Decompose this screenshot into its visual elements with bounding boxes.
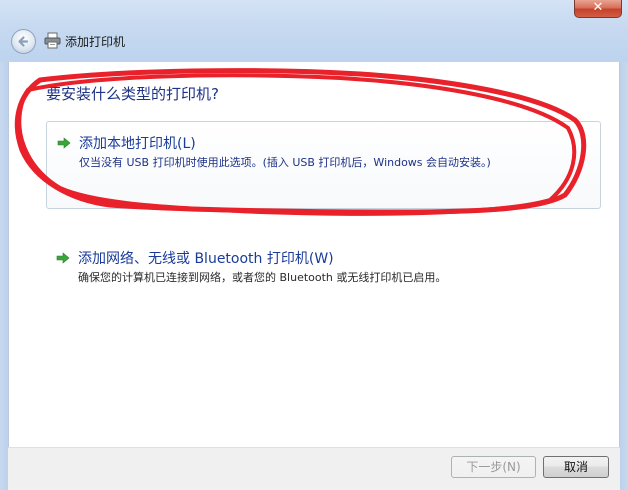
window-frame-left <box>0 62 8 490</box>
printer-icon <box>44 32 61 49</box>
close-button[interactable]: ✕ <box>574 0 622 18</box>
cancel-button[interactable]: 取消 <box>543 456 609 478</box>
add-network-printer-title[interactable]: 添加网络、无线或 Bluetooth 打印机(W) <box>78 248 334 268</box>
add-network-printer-option[interactable]: 添加网络、无线或 Bluetooth 打印机(W) 确保您的计算机已连接到网络，… <box>46 242 601 292</box>
add-network-printer-description: 确保您的计算机已连接到网络，或者您的 Bluetooth 或无线打印机已启用。 <box>78 271 447 284</box>
title-bar: ✕ 添加打印机 <box>0 0 628 62</box>
back-button[interactable] <box>11 29 36 54</box>
add-local-printer-title[interactable]: 添加本地打印机(L) <box>79 133 196 153</box>
window-frame-right <box>620 62 628 490</box>
next-button[interactable]: 下一步(N) <box>451 456 536 478</box>
add-local-printer-description: 仅当没有 USB 打印机时使用此选项。(插入 USB 打印机后，Windows … <box>79 156 491 169</box>
back-arrow-icon[interactable] <box>12 30 35 53</box>
add-local-printer-option[interactable]: 添加本地打印机(L) 仅当没有 USB 打印机时使用此选项。(插入 USB 打印… <box>46 121 601 209</box>
dialog-title: 添加打印机 <box>65 35 126 49</box>
page-heading: 要安装什么类型的打印机? <box>46 85 219 103</box>
green-arrow-icon <box>57 137 71 149</box>
green-arrow-icon <box>56 252 70 264</box>
dialog-footer: 下一步(N) 取消 <box>8 447 620 490</box>
close-icon[interactable]: ✕ <box>575 0 621 17</box>
